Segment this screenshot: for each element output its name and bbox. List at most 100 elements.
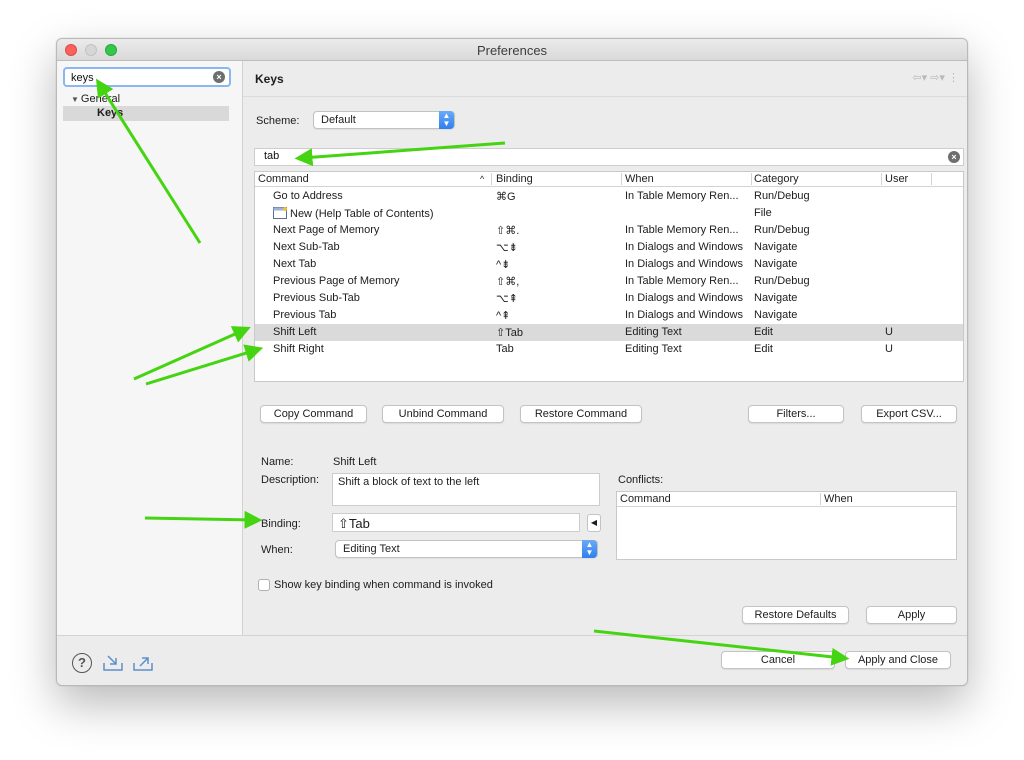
triangle-left-icon: ◀ xyxy=(590,518,598,527)
cell-command: Next Page of Memory xyxy=(273,224,380,236)
description-field[interactable]: Shift a block of text to the left xyxy=(332,473,600,506)
preference-filter[interactable]: × xyxy=(63,67,231,87)
cancel-button[interactable]: Cancel xyxy=(721,651,835,669)
conflicts-column-command[interactable]: Command xyxy=(620,493,671,505)
export-csv-button[interactable]: Export CSV... xyxy=(861,405,957,423)
table-row[interactable]: Next Sub-Tab ⌥⇟ In Dialogs and Windows N… xyxy=(255,239,963,256)
column-header-when[interactable]: When xyxy=(625,173,654,185)
unbind-command-button[interactable]: Unbind Command xyxy=(382,405,504,423)
cell-binding: ^⇟ xyxy=(496,259,511,271)
cell-command: Shift Left xyxy=(273,326,317,338)
clear-filter-icon[interactable]: × xyxy=(948,151,960,163)
back-arrow-icon[interactable]: ⇦▾ xyxy=(912,72,927,84)
binding-label: Binding: xyxy=(261,518,301,530)
column-header-user[interactable]: User xyxy=(885,173,908,185)
table-row[interactable]: Next Page of Memory ⇧⌘. In Table Memory … xyxy=(255,222,963,239)
tree-node-general-label: General xyxy=(80,93,121,105)
apply-button[interactable]: Apply xyxy=(866,606,957,624)
cell-when: Editing Text xyxy=(625,326,682,338)
table-row[interactable]: Next Tab ^⇟ In Dialogs and Windows Navig… xyxy=(255,256,963,273)
sort-ascending-icon[interactable]: ^ xyxy=(480,174,484,184)
view-menu-icon[interactable]: ⋮ xyxy=(948,72,959,84)
copy-command-button[interactable]: Copy Command xyxy=(260,405,367,423)
cell-command: Next Sub-Tab xyxy=(273,241,340,253)
conflicts-label: Conflicts: xyxy=(618,474,664,486)
cell-command: Go to Address xyxy=(273,190,343,202)
scheme-select-value: Default xyxy=(321,114,356,126)
table-row-selected[interactable]: Shift Left ⇧Tab Editing Text Edit U xyxy=(255,324,963,341)
column-header-binding[interactable]: Binding xyxy=(496,173,533,185)
cell-binding: Tab xyxy=(496,343,514,355)
disclosure-triangle-icon[interactable]: ▼ xyxy=(71,95,79,104)
cell-when: In Dialogs and Windows xyxy=(625,292,744,304)
table-row[interactable]: Previous Page of Memory ⇧⌘, In Table Mem… xyxy=(255,273,963,290)
table-row[interactable]: Previous Tab ^⇞ In Dialogs and Windows N… xyxy=(255,307,963,324)
keys-table[interactable]: Command ^ Binding When Category User Go … xyxy=(254,171,964,382)
cell-command: Previous Sub-Tab xyxy=(273,292,360,304)
select-stepper-icon[interactable]: ▲ ▼ xyxy=(582,540,597,558)
history-navigation: ⇦▾ ⇨▾ ⋮ xyxy=(912,71,959,84)
dialog-bottom-bar: ? Cancel Apply and Close xyxy=(57,635,967,685)
column-header-category[interactable]: Category xyxy=(754,173,799,185)
column-divider xyxy=(931,173,932,185)
table-row[interactable]: Go to Address ⌘G In Table Memory Ren... … xyxy=(255,188,963,205)
export-icon[interactable] xyxy=(132,654,154,672)
filters-button[interactable]: Filters... xyxy=(748,405,844,423)
tree-node-general[interactable]: ▼ General xyxy=(71,93,120,105)
apply-and-close-button[interactable]: Apply and Close xyxy=(845,651,951,669)
clear-filter-icon[interactable]: × xyxy=(213,71,225,83)
cell-user: U xyxy=(885,326,893,338)
tree-node-keys[interactable]: Keys xyxy=(63,106,229,121)
title-bar: Preferences xyxy=(57,39,967,61)
cell-binding: ⌥⇞ xyxy=(496,293,518,305)
cell-command: Shift Right xyxy=(273,343,324,355)
cell-when: Editing Text xyxy=(625,343,682,355)
cell-category: File xyxy=(754,207,772,219)
sidebar: × ▼General Keys xyxy=(57,61,243,635)
cell-binding: ⇧⌘, xyxy=(496,276,520,288)
cell-category: Navigate xyxy=(754,258,798,270)
conflicts-table[interactable]: Command When xyxy=(616,491,957,560)
show-binding-checkbox[interactable] xyxy=(258,579,270,591)
keys-filter[interactable]: × xyxy=(254,148,964,166)
conflicts-header: Command When xyxy=(617,492,956,507)
cell-when: In Table Memory Ren... xyxy=(625,190,739,202)
column-header-command[interactable]: Command xyxy=(258,173,309,185)
table-row[interactable]: New (Help Table of Contents) File xyxy=(255,205,963,222)
cell-category: Run/Debug xyxy=(754,275,810,287)
restore-defaults-button[interactable]: Restore Defaults xyxy=(742,606,849,624)
cell-when: In Dialogs and Windows xyxy=(625,241,744,253)
cell-binding: ⌘G xyxy=(496,191,516,203)
cell-category: Edit xyxy=(754,326,773,338)
keys-filter-input[interactable] xyxy=(264,150,864,162)
table-row[interactable]: Shift Right Tab Editing Text Edit U xyxy=(255,341,963,358)
import-icon[interactable] xyxy=(102,654,124,672)
cell-category: Run/Debug xyxy=(754,224,810,236)
conflicts-column-when[interactable]: When xyxy=(824,493,853,505)
table-header: Command ^ Binding When Category User xyxy=(255,172,963,187)
cell-command: Previous Tab xyxy=(273,309,337,321)
description-label: Description: xyxy=(261,474,320,486)
column-divider xyxy=(491,173,492,185)
scheme-select[interactable]: Default ▲ ▼ xyxy=(313,111,455,129)
cell-category: Run/Debug xyxy=(754,190,810,202)
restore-command-button[interactable]: Restore Command xyxy=(520,405,642,423)
column-divider xyxy=(751,173,752,185)
table-row[interactable]: Previous Sub-Tab ⌥⇞ In Dialogs and Windo… xyxy=(255,290,963,307)
select-stepper-icon[interactable]: ▲ ▼ xyxy=(439,111,454,129)
forward-arrow-icon[interactable]: ⇨▾ xyxy=(930,72,945,84)
cell-binding: ⌥⇟ xyxy=(496,242,518,254)
when-select[interactable]: Editing Text ▲ ▼ xyxy=(335,540,598,558)
cell-when: In Table Memory Ren... xyxy=(625,275,739,287)
cell-binding: ⇧Tab xyxy=(496,327,523,339)
preference-filter-input[interactable] xyxy=(71,70,201,85)
help-icon[interactable]: ? xyxy=(72,653,92,673)
cell-command: Next Tab xyxy=(273,258,317,270)
binding-field[interactable]: ⇧Tab xyxy=(332,513,580,532)
column-divider xyxy=(881,173,882,185)
cell-category: Navigate xyxy=(754,309,798,321)
cell-when: In Dialogs and Windows xyxy=(625,258,744,270)
binding-modifier-dropdown[interactable]: ◀ xyxy=(587,514,601,532)
tree-node-keys-label: Keys xyxy=(97,107,124,119)
page-title: Keys xyxy=(255,72,284,86)
